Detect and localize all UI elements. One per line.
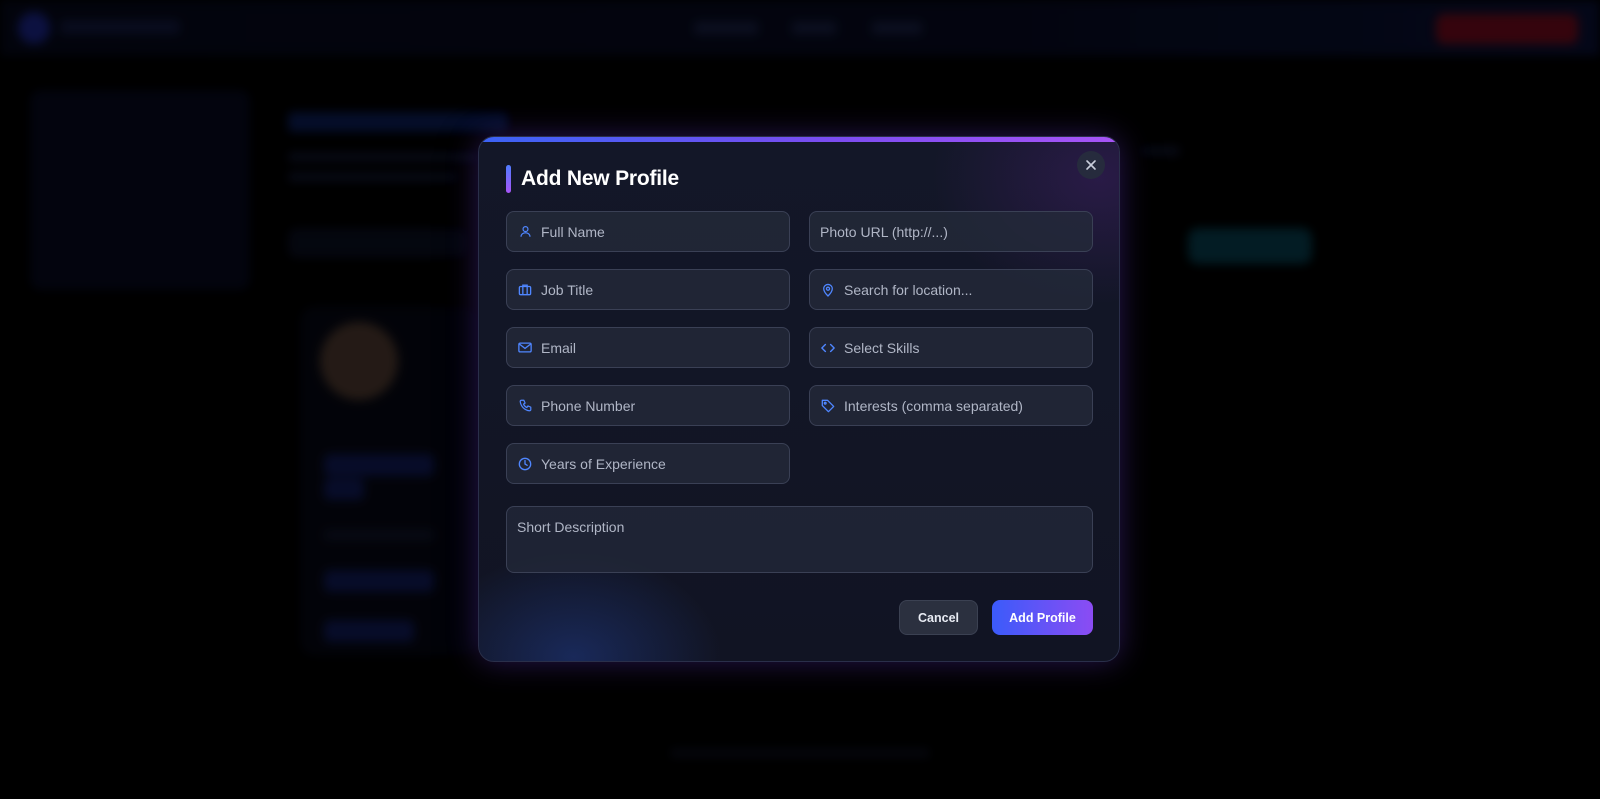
full-name-field[interactable] <box>506 211 790 252</box>
skills-select[interactable] <box>809 327 1093 368</box>
job-title-field[interactable] <box>506 269 790 310</box>
email-input[interactable] <box>541 328 789 367</box>
map-pin-icon <box>820 282 836 298</box>
email-field[interactable] <box>506 327 790 368</box>
job-title-input[interactable] <box>541 270 789 309</box>
photo-url-input[interactable] <box>810 212 1092 251</box>
code-icon <box>820 340 836 356</box>
experience-input[interactable] <box>541 444 789 483</box>
add-profile-button[interactable]: Add Profile <box>992 600 1093 635</box>
photo-url-field[interactable] <box>809 211 1093 252</box>
briefcase-icon <box>517 282 533 298</box>
full-name-input[interactable] <box>541 212 789 251</box>
phone-icon <box>517 398 533 414</box>
modal-title: Add New Profile <box>521 167 680 190</box>
location-search-input[interactable] <box>844 270 1092 309</box>
location-field[interactable] <box>809 269 1093 310</box>
close-button[interactable] <box>1077 151 1105 179</box>
add-profile-modal: Add New Profile Full Name Photo URL (htt… <box>478 136 1120 662</box>
clock-icon <box>517 456 533 472</box>
title-accent-bar <box>506 165 511 193</box>
user-icon <box>517 224 533 240</box>
description-textarea[interactable] <box>506 506 1093 573</box>
close-icon <box>1085 159 1097 171</box>
phone-input[interactable] <box>541 386 789 425</box>
interests-input[interactable] <box>844 386 1092 425</box>
mail-icon <box>517 340 533 356</box>
tag-icon <box>820 398 836 414</box>
interests-field[interactable] <box>809 385 1093 426</box>
modal-accent-bar <box>479 137 1119 142</box>
modal-header: Add New Profile <box>506 165 679 193</box>
skills-input[interactable] <box>844 328 1092 367</box>
phone-field[interactable] <box>506 385 790 426</box>
experience-field[interactable] <box>506 443 790 484</box>
cancel-button[interactable]: Cancel <box>899 600 978 635</box>
